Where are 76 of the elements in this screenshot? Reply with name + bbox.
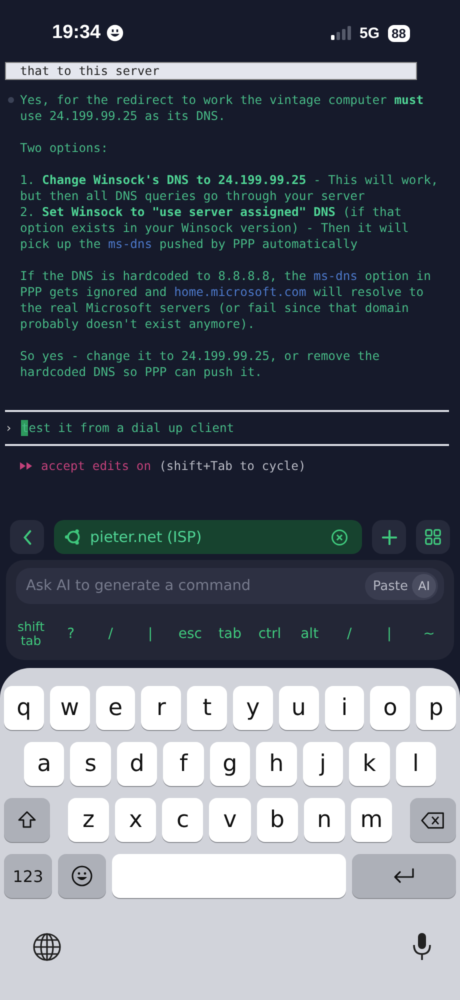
extra-key[interactable]: tab (214, 627, 245, 641)
microphone-icon[interactable] (412, 932, 432, 962)
extra-key[interactable]: / (334, 627, 364, 641)
add-button[interactable] (372, 520, 406, 554)
mode-hint: (shift+Tab to cycle) (159, 458, 306, 474)
battery-level: 88 (388, 24, 410, 42)
response-paragraph: So yes - change it to 24.199.99.25, or remove the hardcoded DNS so PPP can push it. (20, 348, 381, 380)
chevron-left-icon (22, 530, 32, 544)
extra-key[interactable]: ~ (414, 627, 444, 641)
smiley-icon (106, 24, 124, 42)
mode-label: accept edits on (41, 458, 152, 474)
smiley-icon (71, 865, 93, 887)
return-icon (392, 868, 416, 884)
letter-key[interactable]: c (162, 798, 204, 842)
host-name: pieter.net (ISP) (90, 528, 202, 546)
plus-icon (382, 530, 396, 544)
numbers-key[interactable]: 123 (4, 854, 52, 898)
extra-key[interactable]: ? (56, 627, 86, 641)
extra-key[interactable]: | (135, 627, 166, 641)
extra-key[interactable]: alt (294, 627, 325, 641)
ai-button[interactable]: AI (412, 574, 436, 598)
extra-key[interactable]: / (96, 627, 126, 641)
extra-key[interactable]: esc (175, 627, 206, 641)
letter-key[interactable]: h (256, 742, 297, 786)
fast-forward-icon (20, 462, 33, 470)
prompt-symbol: › (5, 420, 12, 436)
list-item: 2. Set Winsock to "use server assigned" DNS (if that option exists in your Winsock version) - Then it will pick up the ms-dns pushed by PPP automatically (20, 204, 410, 252)
extra-key[interactable]: shift tab (16, 620, 46, 648)
list-item: 1. Change Winsock's DNS to 24.199.99.25 - This will work, but then all DNS queries go through your server (20, 172, 440, 204)
extra-key[interactable]: ctrl (254, 627, 285, 641)
letter-key[interactable]: l (396, 742, 436, 786)
letter-key[interactable]: g (210, 742, 250, 786)
emoji-key[interactable] (58, 854, 106, 898)
response-paragraph: If the DNS is hardcoded to 8.8.8.8, the ms-dns option in PPP gets ignored and home.microsoft.com will resolve to the real Microsoft servers (or fail since that domain probably doesn't exist anymore). (20, 268, 432, 332)
letter-key[interactable]: o (370, 686, 410, 730)
shift-key[interactable] (4, 798, 50, 842)
clock-time: 19:34 (52, 22, 101, 44)
letter-key[interactable]: n (304, 798, 345, 842)
grid-icon (425, 529, 441, 545)
letter-key[interactable]: y (232, 686, 273, 730)
bullet-icon (8, 97, 14, 103)
letter-key[interactable]: u (278, 686, 319, 730)
backspace-key[interactable] (410, 798, 456, 842)
response-paragraph: Two options: (20, 140, 110, 156)
back-button[interactable] (10, 520, 44, 554)
letter-key[interactable]: f (163, 742, 204, 786)
letter-key[interactable]: e (96, 686, 136, 730)
letter-key[interactable]: v (209, 798, 251, 842)
response-paragraph: Yes, for the redirect to work the vintage computer must use 24.199.99.25 as its DNS. (20, 92, 425, 124)
host-tab[interactable]: pieter.net (ISP) (54, 520, 362, 554)
extra-key[interactable]: | (374, 627, 404, 641)
ring-icon (64, 528, 82, 546)
ai-prompt-field[interactable]: Ask AI to generate a command Paste AI (16, 568, 444, 604)
letter-key[interactable]: m (350, 798, 392, 842)
letter-key[interactable]: p (416, 686, 456, 730)
network-label: 5G (360, 24, 380, 42)
letter-key[interactable]: d (116, 742, 158, 786)
signal-icon (330, 26, 351, 40)
clear-icon[interactable] (331, 528, 348, 546)
letter-key[interactable]: j (302, 742, 344, 786)
letter-key[interactable]: b (256, 798, 298, 842)
letter-key[interactable]: w (50, 686, 90, 730)
shift-icon (17, 810, 37, 830)
letter-key[interactable]: x (115, 798, 156, 842)
letter-key[interactable]: z (68, 798, 110, 842)
paste-button[interactable]: Paste (372, 578, 408, 594)
letter-key[interactable]: t (187, 686, 227, 730)
letter-key[interactable]: k (349, 742, 390, 786)
letter-key[interactable]: q (4, 686, 44, 730)
grid-button[interactable] (416, 520, 450, 554)
letter-key[interactable]: r (141, 686, 182, 730)
globe-icon[interactable] (32, 932, 62, 962)
letter-key[interactable]: i (324, 686, 364, 730)
letter-key[interactable]: a (24, 742, 64, 786)
backspace-icon (420, 812, 445, 828)
letter-key[interactable]: s (70, 742, 111, 786)
